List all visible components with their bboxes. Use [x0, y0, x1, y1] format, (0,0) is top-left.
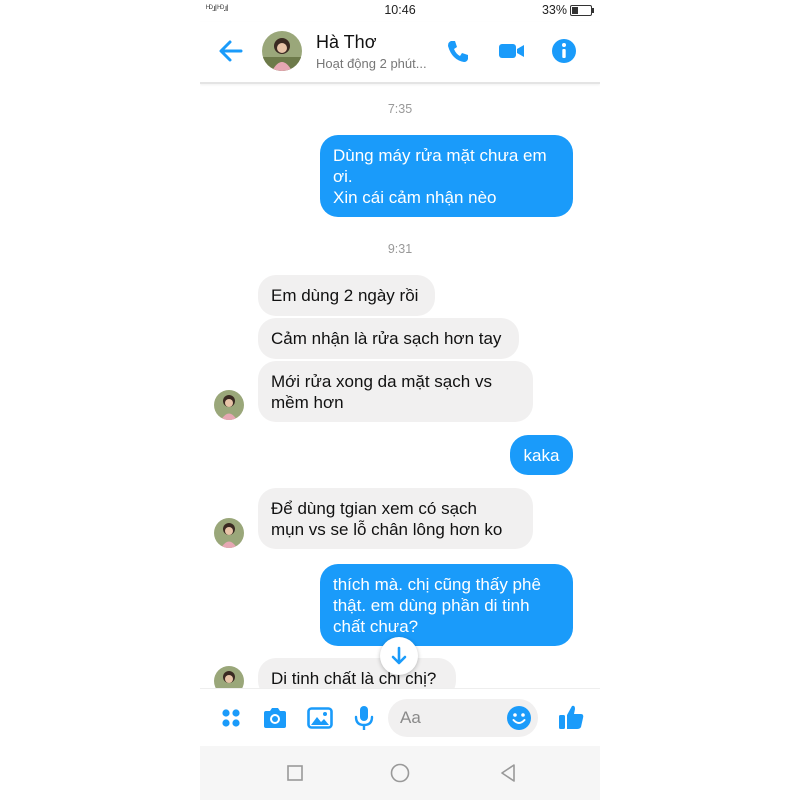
smiley-icon[interactable] — [506, 705, 532, 731]
camera-icon[interactable] — [261, 704, 289, 732]
incoming-message[interactable]: Mới rửa xong da mặt sạch vs mềm hơn — [258, 361, 533, 422]
battery-percent: 33% — [541, 3, 567, 17]
contact-name[interactable]: Hà Thơ — [316, 32, 377, 53]
conversation-header: Hà Thơ Hoạt động 2 phút... — [200, 22, 600, 84]
status-bar: ᴴᴰ.ıl ᴴᴰ.ıl 10:46 33% — [200, 0, 600, 22]
message-list[interactable]: 7:35 Dùng máy rửa mặt chưa em ơi. Xin cá… — [200, 84, 600, 688]
contact-avatar-small[interactable] — [214, 390, 244, 420]
arrow-left-icon[interactable] — [216, 36, 246, 66]
contact-avatar-small[interactable] — [214, 666, 244, 688]
timestamp: 9:31 — [387, 242, 413, 256]
incoming-message[interactable]: Cảm nhận là rửa sạch hơn tay — [258, 318, 519, 359]
incoming-message[interactable]: Để dùng tgian xem có sạch mụn vs se lỗ c… — [258, 488, 533, 549]
four-dots-icon[interactable] — [217, 704, 245, 732]
image-icon[interactable] — [306, 704, 334, 732]
battery-fill — [572, 7, 578, 14]
triangle-back-icon[interactable] — [497, 762, 519, 784]
thumbs-up-icon[interactable] — [556, 702, 586, 732]
microphone-icon[interactable] — [350, 704, 378, 732]
arrow-down-icon — [391, 646, 407, 665]
video-camera-icon[interactable] — [496, 36, 526, 66]
contact-status: Hoạt động 2 phút... — [316, 56, 427, 71]
system-navigation-bar — [200, 746, 600, 800]
square-icon[interactable] — [284, 762, 306, 784]
contact-avatar[interactable] — [262, 31, 302, 71]
incoming-message[interactable]: Em dùng 2 ngày rồi — [258, 275, 435, 316]
outgoing-message[interactable]: thích mà. chị cũng thấy phê thật. em dùn… — [320, 564, 573, 646]
message-composer — [200, 688, 600, 747]
scroll-to-bottom-button[interactable] — [380, 637, 418, 675]
timestamp: 7:35 — [387, 102, 413, 116]
messenger-screen: ᴴᴰ.ıl ᴴᴰ.ıl 10:46 33% Hà Thơ Hoạt động 2… — [200, 0, 600, 800]
outgoing-message[interactable]: Dùng máy rửa mặt chưa em ơi. Xin cái cảm… — [320, 135, 573, 217]
contact-avatar-small[interactable] — [214, 518, 244, 548]
battery-icon — [570, 5, 594, 16]
info-icon[interactable] — [549, 36, 579, 66]
phone-icon[interactable] — [443, 36, 473, 66]
circle-icon[interactable] — [389, 762, 411, 784]
status-time: 10:46 — [384, 3, 416, 17]
outgoing-message[interactable]: kaka — [510, 435, 573, 475]
incoming-message[interactable]: Di tinh chất là chi chị? — [258, 658, 456, 688]
